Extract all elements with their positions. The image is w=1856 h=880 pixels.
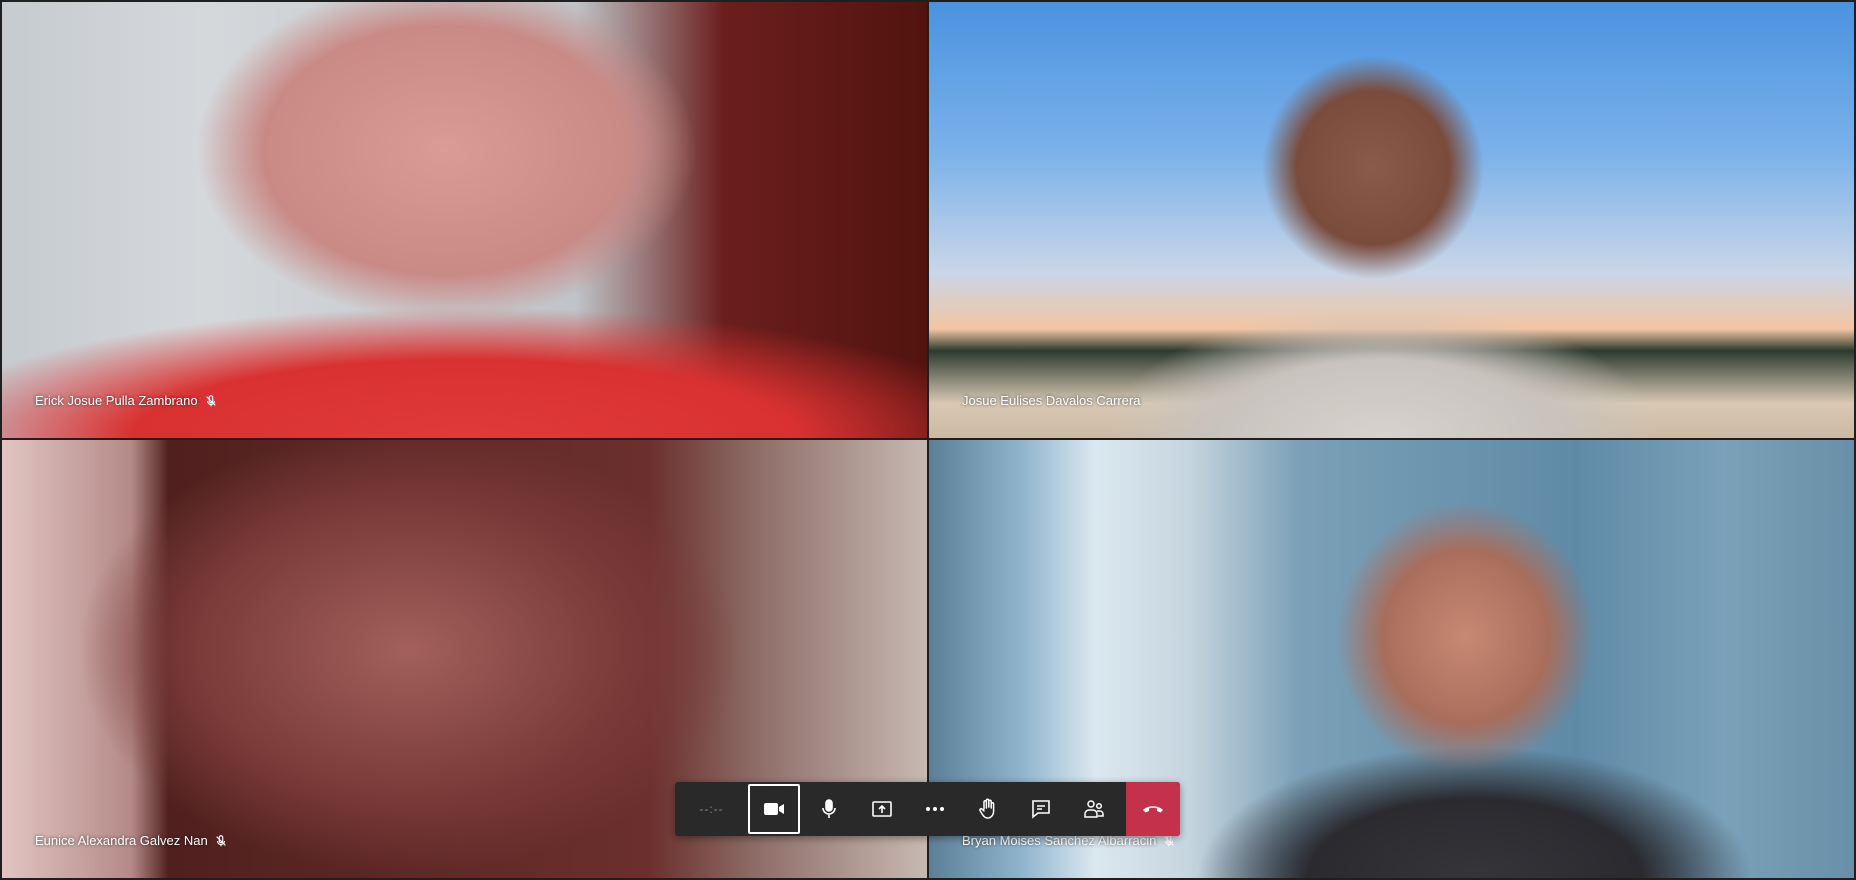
call-controls-bar: --:-- [675,782,1180,836]
raise-hand-button[interactable] [961,782,1014,836]
camera-toggle-button[interactable] [748,784,800,834]
mic-muted-icon [215,834,226,846]
more-options-button[interactable] [908,782,961,836]
chat-button[interactable] [1014,782,1067,836]
video-tile-josue[interactable]: Josue Eulises Davalos Carrera [929,2,1854,438]
raise-hand-icon [978,798,994,819]
participant-name: Erick Josue Pulla Zambrano [35,393,198,408]
share-screen-icon [871,801,892,817]
microphone-toggle-button[interactable] [802,782,855,836]
share-screen-button[interactable] [855,782,908,836]
chat-icon [1031,800,1050,819]
hang-up-icon [1143,806,1163,813]
participants-icon [1083,800,1104,818]
microphone-icon [821,799,836,818]
participant-name-tag: Josue Eulises Davalos Carrera [962,393,1140,408]
more-options-icon [925,807,944,811]
hang-up-button[interactable] [1126,782,1180,836]
participant-name: Josue Eulises Davalos Carrera [962,393,1141,408]
video-tile-erick[interactable]: Erick Josue Pulla Zambrano [2,2,927,438]
participant-name-tag: Eunice Alexandra Galvez Nan [35,833,228,848]
participants-button[interactable] [1067,782,1120,836]
participant-name-tag: Erick Josue Pulla Zambrano [35,393,218,408]
mic-muted-icon [205,394,216,406]
camera-icon [764,803,784,815]
participant-name: Eunice Alexandra Galvez Nan [35,833,208,848]
call-timer: --:-- [699,802,724,816]
